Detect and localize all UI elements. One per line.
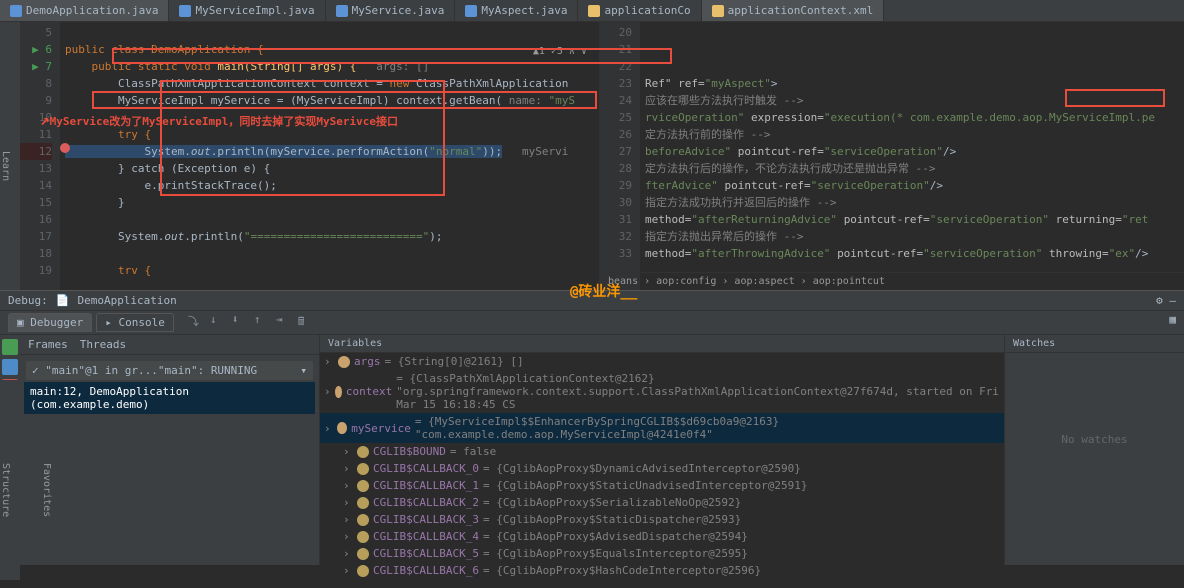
variable-row[interactable]: › myService = {MyServiceImpl$$EnhancerBy… (320, 413, 1004, 443)
tool-window-tabs-left-bottom: Structure Favorites (0, 380, 20, 580)
annotation-box-3 (112, 48, 672, 64)
variables-panel: Variables › args = {String[0]@2161} []› … (320, 335, 1004, 565)
variable-row[interactable]: › context = {ClassPathXmlApplicationCont… (320, 370, 1004, 413)
breadcrumb[interactable]: beans › aop:config › aop:aspect › aop:po… (600, 272, 1184, 290)
layout-icon[interactable]: ▦ (1169, 313, 1176, 332)
variable-row[interactable]: › CGLIB$CALLBACK_3 = {CglibAopProxy$Stat… (320, 511, 1004, 528)
step-out-icon[interactable]: ↑ (254, 313, 270, 329)
xml-file-icon (712, 5, 724, 17)
settings-icon[interactable]: ⚙ — (1156, 294, 1176, 307)
tab-learn[interactable]: Learn (0, 151, 11, 181)
variable-row[interactable]: › CGLIB$CALLBACK_6 = {CglibAopProxy$Hash… (320, 562, 1004, 579)
frames-panel: Frames Threads ✓ "main"@1 in gr..."main":… (20, 335, 320, 565)
variable-row[interactable]: › args = {String[0]@2161} [] (320, 353, 1004, 370)
variable-row[interactable]: › CGLIB$CALLBACK_0 = {CglibAopProxy$Dyna… (320, 460, 1004, 477)
debug-label: Debug: (8, 294, 48, 307)
debugger-tab[interactable]: ▣ Debugger (8, 313, 92, 332)
resume-button[interactable] (2, 339, 18, 355)
tab-demoapplication[interactable]: DemoApplication.java (0, 0, 169, 21)
variables-header: Variables (320, 335, 1004, 353)
java-file-icon (336, 5, 348, 17)
console-tab[interactable]: ▸ Console (96, 313, 174, 332)
breakpoint-icon[interactable] (60, 143, 70, 153)
evaluate-icon[interactable]: 🖩 (298, 313, 314, 329)
gutter: 5▶ 6▶ 78910111213141516171819 (20, 22, 60, 290)
variables-list[interactable]: › args = {String[0]@2161} []› context = … (320, 353, 1004, 579)
step-into-icon[interactable]: ↓ (210, 313, 226, 329)
java-file-icon (179, 5, 191, 17)
annotation-box-2 (1065, 89, 1165, 107)
step-into-force-icon[interactable]: ⬇ (232, 313, 248, 329)
tab-structure[interactable]: Structure (0, 463, 11, 517)
tab-applicationco[interactable]: applicationCo (578, 0, 701, 21)
editor-tabs: DemoApplication.java MyServiceImpl.java … (0, 0, 1184, 22)
tab-myservice[interactable]: MyService.java (326, 0, 456, 21)
debug-panel: Debug: 📄 DemoApplication ⚙ — ▣ Debugger … (0, 290, 1184, 565)
watches-panel: Watches No watches (1004, 335, 1184, 565)
tab-myserviceimpl[interactable]: MyServiceImpl.java (169, 0, 325, 21)
tab-applicationcontext[interactable]: applicationContext.xml (702, 0, 885, 21)
stack-frame[interactable]: main:12, DemoApplication (com.example.de… (24, 382, 315, 414)
pause-button[interactable] (2, 359, 18, 375)
watches-header: Watches (1005, 335, 1184, 353)
tool-window-tabs-left: Learn Project (0, 22, 20, 290)
tab-favorites[interactable]: Favorites (41, 463, 52, 517)
java-file-icon (465, 5, 477, 17)
watermark: @砖业洋__ (570, 281, 637, 301)
xml-file-icon (588, 5, 600, 17)
variable-row[interactable]: › CGLIB$CALLBACK_2 = {CglibAopProxy$Seri… (320, 494, 1004, 511)
variable-row[interactable]: › CGLIB$BOUND = false (320, 443, 1004, 460)
thread-selector[interactable]: ✓ "main"@1 in gr..."main": RUNNING▾ (26, 361, 313, 380)
variable-row[interactable]: › CGLIB$CALLBACK_1 = {CglibAopProxy$Stat… (320, 477, 1004, 494)
threads-tab[interactable]: Threads (80, 338, 126, 351)
tab-myaspect[interactable]: MyAspect.java (455, 0, 578, 21)
xml-content: Ref" ref="myAspect"> 应该在哪些方法执行时触发 --> rv… (645, 22, 1184, 279)
no-watches-label: No watches (1005, 353, 1184, 446)
frames-tab[interactable]: Frames (28, 338, 68, 351)
annotation-box-4 (160, 80, 445, 196)
right-editor[interactable]: 2021222324252627282930313233 Ref" ref="m… (600, 22, 1184, 290)
debug-toolbar: ⤵ ↓ ⬇ ↑ ⇥ 🖩 (188, 313, 314, 332)
variable-row[interactable]: › CGLIB$CALLBACK_4 = {CglibAopProxy$Advi… (320, 528, 1004, 545)
step-over-icon[interactable]: ⤵ (188, 313, 204, 329)
variable-row[interactable]: › CGLIB$CALLBACK_5 = {CglibAopProxy$Equa… (320, 545, 1004, 562)
java-file-icon (10, 5, 22, 17)
run-to-cursor-icon[interactable]: ⇥ (276, 313, 292, 329)
